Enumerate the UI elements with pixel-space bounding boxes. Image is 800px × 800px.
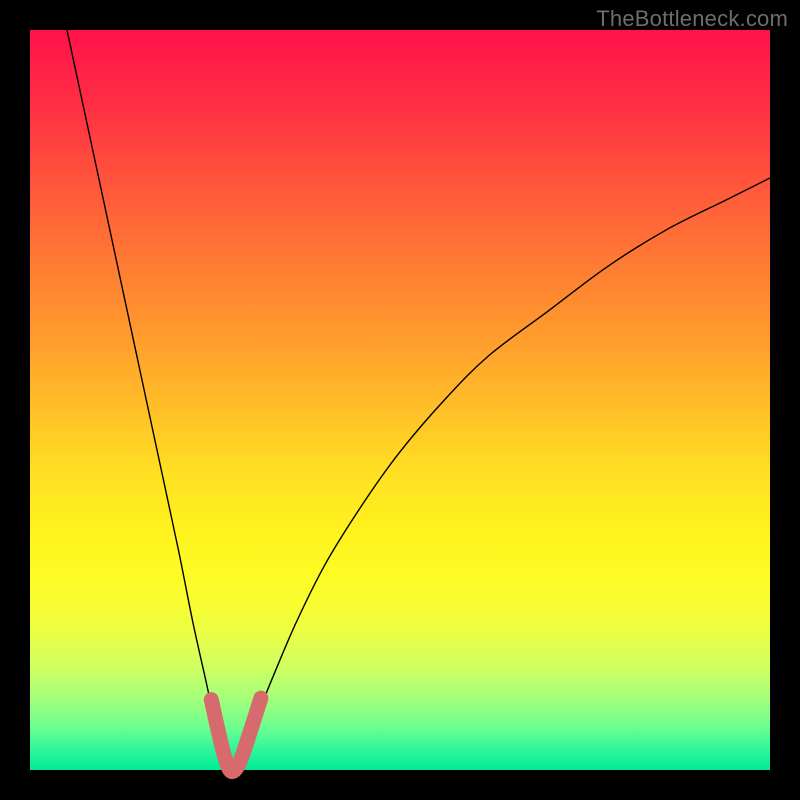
watermark-text: TheBottleneck.com xyxy=(596,6,788,32)
bottleneck-curve xyxy=(67,30,770,772)
plot-area xyxy=(30,30,770,770)
chart-stage: TheBottleneck.com xyxy=(0,0,800,800)
curve-layer xyxy=(30,30,770,770)
valley-highlight xyxy=(211,698,261,771)
